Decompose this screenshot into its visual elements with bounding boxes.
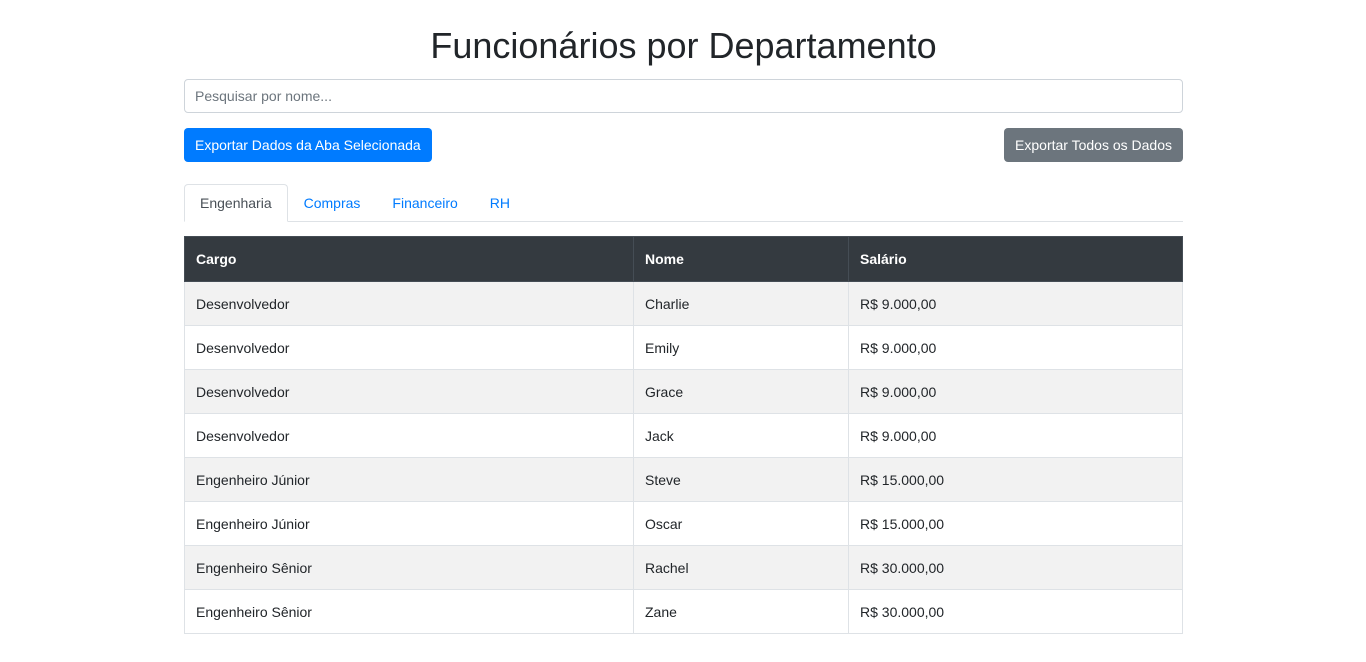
table-row: Desenvolvedor Emily R$ 9.000,00: [184, 325, 1183, 370]
table-row: Desenvolvedor Grace R$ 9.000,00: [184, 369, 1183, 414]
tab-rh[interactable]: RH: [474, 184, 526, 222]
tab-compras[interactable]: Compras: [288, 184, 377, 222]
table-row: Desenvolvedor Charlie R$ 9.000,00: [184, 281, 1183, 326]
table-row: Desenvolvedor Jack R$ 9.000,00: [184, 413, 1183, 458]
employees-table: Cargo Nome Salário Desenvolvedor Charlie…: [184, 236, 1183, 634]
page-title: Funcionários por Departamento: [430, 25, 937, 66]
table-row: Engenheiro Júnior Steve R$ 15.000,00: [184, 457, 1183, 502]
table-header-row: Cargo Nome Salário: [184, 236, 1183, 282]
cell-cargo: Engenheiro Sênior: [184, 589, 634, 634]
cell-nome: Zane: [633, 589, 849, 634]
cell-salario: R$ 9.000,00: [848, 413, 1183, 458]
main-container: Funcionários por Departamento Exportar D…: [184, 0, 1183, 634]
cell-cargo: Desenvolvedor: [184, 369, 634, 414]
cell-salario: R$ 9.000,00: [848, 369, 1183, 414]
cell-salario: R$ 30.000,00: [848, 589, 1183, 634]
cell-nome: Jack: [633, 413, 849, 458]
cell-cargo: Engenheiro Sênior: [184, 545, 634, 590]
cell-salario: R$ 15.000,00: [848, 501, 1183, 546]
column-header-nome[interactable]: Nome: [633, 236, 849, 282]
cell-cargo: Engenheiro Júnior: [184, 457, 634, 502]
cell-nome: Steve: [633, 457, 849, 502]
table-row: Engenheiro Sênior Rachel R$ 30.000,00: [184, 545, 1183, 590]
cell-nome: Emily: [633, 325, 849, 370]
cell-cargo: Desenvolvedor: [184, 325, 634, 370]
cell-nome: Charlie: [633, 281, 849, 326]
column-header-salario[interactable]: Salário: [848, 236, 1183, 282]
department-tabs: Engenharia Compras Financeiro RH: [184, 184, 1183, 222]
column-header-cargo[interactable]: Cargo: [184, 236, 634, 282]
cell-salario: R$ 9.000,00: [848, 325, 1183, 370]
tab-financeiro[interactable]: Financeiro: [376, 184, 473, 222]
cell-salario: R$ 9.000,00: [848, 281, 1183, 326]
cell-nome: Rachel: [633, 545, 849, 590]
cell-nome: Grace: [633, 369, 849, 414]
cell-cargo: Engenheiro Júnior: [184, 501, 634, 546]
table-row: Engenheiro Júnior Oscar R$ 15.000,00: [184, 501, 1183, 546]
cell-cargo: Desenvolvedor: [184, 413, 634, 458]
action-bar: Exportar Dados da Aba Selecionada Export…: [184, 128, 1183, 162]
cell-cargo: Desenvolvedor: [184, 281, 634, 326]
cell-salario: R$ 15.000,00: [848, 457, 1183, 502]
tab-engenharia[interactable]: Engenharia: [184, 184, 288, 222]
export-all-button[interactable]: Exportar Todos os Dados: [1004, 128, 1183, 162]
table-row: Engenheiro Sênior Zane R$ 30.000,00: [184, 589, 1183, 634]
export-selected-tab-button[interactable]: Exportar Dados da Aba Selecionada: [184, 128, 432, 162]
cell-salario: R$ 30.000,00: [848, 545, 1183, 590]
cell-nome: Oscar: [633, 501, 849, 546]
search-input[interactable]: [184, 79, 1183, 113]
